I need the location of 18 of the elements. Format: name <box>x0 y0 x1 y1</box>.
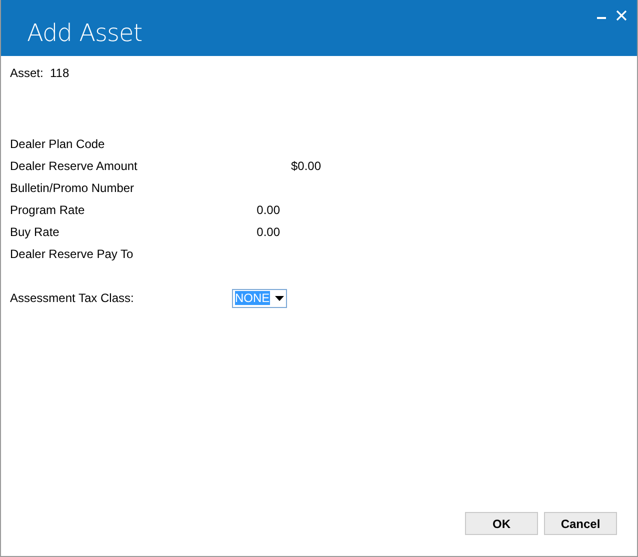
field-label: Program Rate <box>10 203 85 217</box>
field-value: 0.00 <box>256 225 280 239</box>
cancel-button[interactable]: Cancel <box>544 512 617 535</box>
minimize-icon[interactable] <box>597 17 606 20</box>
caret-icon <box>275 296 284 300</box>
field-label: Buy Rate <box>10 225 60 239</box>
field-value: $0.00 <box>290 159 321 173</box>
window-title: Add Asset <box>27 19 142 47</box>
field-label: Assessment Tax Class: <box>10 291 135 305</box>
close-icon[interactable] <box>616 10 627 21</box>
field-value: 118 <box>50 66 70 80</box>
field-label: Asset: <box>10 66 44 80</box>
field-label: Dealer Plan Code <box>10 137 105 151</box>
field-label: Dealer Reserve Amount <box>10 159 138 173</box>
field-label: Dealer Reserve Pay To <box>10 247 134 261</box>
ok-button[interactable]: OK <box>465 512 538 535</box>
field-label: Bulletin/Promo Number <box>10 181 134 195</box>
field-value: 0.00 <box>256 203 280 217</box>
